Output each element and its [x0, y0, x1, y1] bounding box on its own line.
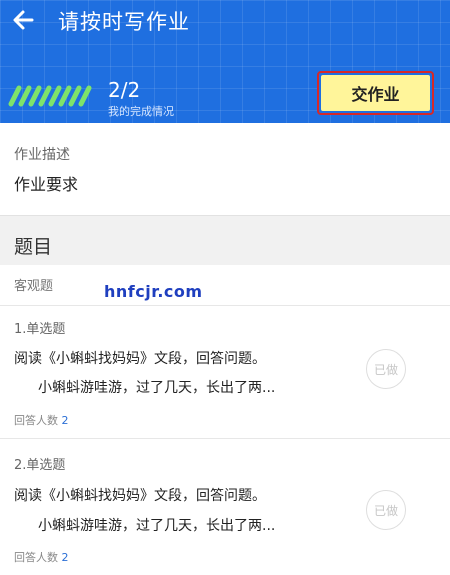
question-excerpt: 小蝌蚪游哇游，过了几天，长出了两... [38, 380, 276, 396]
progress-label: 我的完成情况 [108, 105, 174, 118]
submit-homework-button[interactable]: 交作业 [317, 71, 434, 115]
question-type: 1.单选题 [14, 322, 66, 337]
submit-homework-label: 交作业 [321, 75, 430, 111]
done-status-badge: 已做 [366, 490, 406, 530]
section-title: 题目 [14, 236, 53, 258]
page-title: 请按时写作业 [58, 10, 190, 34]
question-excerpt: 小蝌蚪游哇游，过了几天，长出了两... [38, 518, 276, 534]
answer-count-value: 2 [61, 551, 69, 564]
question-text: 阅读《小蝌蚪找妈妈》文段，回答问题。 [14, 351, 266, 367]
description-label: 作业描述 [14, 147, 70, 163]
answer-count-label: 回答人数 [14, 551, 58, 564]
question-text: 阅读《小蝌蚪找妈妈》文段，回答问题。 [14, 488, 266, 504]
question-item[interactable]: 1.单选题 阅读《小蝌蚪找妈妈》文段，回答问题。 小蝌蚪游哇游，过了几天，长出了… [0, 305, 450, 438]
section-header: 题目 [0, 215, 450, 265]
answer-count-label: 回答人数 [14, 414, 58, 427]
progress-count: 2/2 [108, 78, 141, 102]
question-item[interactable]: 2.单选题 阅读《小蝌蚪找妈妈》文段，回答问题。 小蝌蚪游哇游，过了几天，长出了… [0, 438, 450, 575]
header-bar: 请按时写作业 2/2 我的完成情况 交作业 [0, 0, 450, 123]
done-status-badge: 已做 [366, 349, 406, 389]
watermark-text: hnfcjr.com [104, 282, 203, 301]
answer-count-value: 2 [61, 414, 69, 427]
answer-count: 回答人数 2 [14, 549, 69, 565]
description-value: 作业要求 [14, 175, 79, 194]
objective-label: 客观题 [14, 279, 54, 294]
progress-stripes-icon [8, 83, 100, 107]
answer-count: 回答人数 2 [14, 412, 69, 428]
description-panel: 作业描述 作业要求 [0, 123, 450, 215]
back-arrow-icon[interactable] [8, 4, 44, 36]
question-type: 2.单选题 [14, 458, 66, 473]
